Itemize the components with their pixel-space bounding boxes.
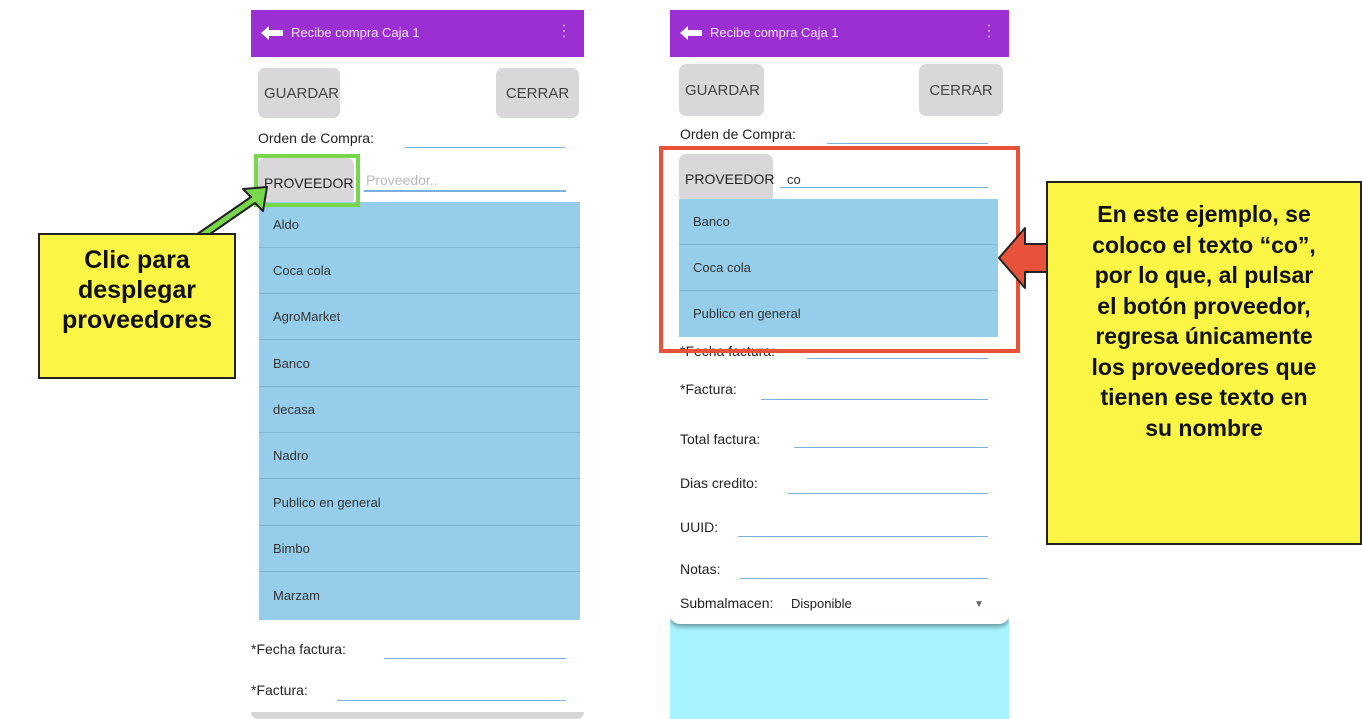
dropdown-item[interactable]: Coca cola (259, 248, 580, 294)
callout-line: Clic para (84, 246, 190, 274)
dropdown-item[interactable]: Nadro (259, 433, 580, 479)
proveedor-input[interactable]: Proveedor.. (366, 172, 438, 188)
factura-field[interactable] (337, 700, 566, 701)
app-bar: Recibe compra Caja 1 ⋮ (251, 10, 584, 57)
proveedor-input-underline (364, 190, 566, 192)
app-bar: Recibe compra Caja 1 ⋮ (670, 10, 1009, 57)
callout-line: los proveedores que (1091, 353, 1317, 380)
uuid-label: UUID: (680, 519, 719, 535)
guardar-button[interactable]: GUARDAR (679, 64, 764, 116)
callout-line: coloco el texto “co”, (1092, 231, 1316, 258)
callout-line: su nombre (1145, 414, 1263, 441)
total-factura-label: Total factura: (680, 431, 761, 447)
dropdown-item[interactable]: Publico en general (259, 479, 580, 526)
guardar-button[interactable]: GUARDAR (258, 68, 340, 118)
notas-label: Notas: (680, 561, 721, 577)
orden-compra-label: Orden de Compra: (258, 130, 374, 146)
callout-line: el botón proveedor, (1097, 292, 1311, 319)
more-vert-icon[interactable]: ⋮ (556, 24, 572, 40)
right-callout: En este ejemplo, se coloco el texto “co”… (1046, 181, 1362, 545)
dropdown-item[interactable]: Marzam (259, 572, 580, 620)
dias-credito-field[interactable] (788, 493, 988, 494)
factura-label: *Factura: (251, 682, 308, 698)
cerrar-button[interactable]: CERRAR (919, 64, 1003, 116)
dias-credito-label: Dias credito: (680, 475, 758, 491)
app-bar-title: Recibe compra Caja 1 (291, 25, 420, 40)
dropdown-item[interactable]: decasa (259, 387, 580, 433)
uuid-field[interactable] (738, 536, 988, 537)
orden-compra-label: Orden de Compra: (680, 126, 796, 142)
sheet-bottom-edge (251, 712, 584, 719)
callout-line: desplegar (77, 276, 197, 304)
factura-label: *Factura: (680, 381, 737, 397)
left-callout: Clic para desplegar proveedores (38, 233, 236, 379)
more-vert-icon[interactable]: ⋮ (981, 24, 997, 40)
notas-field[interactable] (740, 578, 988, 579)
callout-line: tienen ese texto en (1100, 384, 1308, 410)
dropdown-item[interactable]: Banco (259, 340, 580, 387)
fecha-factura-field[interactable] (384, 658, 566, 659)
callout-line: proveedores (61, 306, 213, 334)
dropdown-arrow-icon[interactable]: ▼ (974, 599, 984, 610)
factura-field[interactable] (761, 399, 988, 400)
orden-compra-field[interactable] (405, 147, 565, 148)
left-phone-screen: Recibe compra Caja 1 ⋮ GUARDAR CERRAR Or… (251, 10, 584, 719)
form-card-bottom (670, 614, 1009, 624)
fecha-factura-label: *Fecha factura: (251, 641, 346, 657)
cyan-background (670, 620, 1009, 719)
submalmacen-label: Submalmacen: (680, 595, 774, 611)
callout-line: por lo que, al pulsar (1094, 262, 1314, 288)
dropdown-item[interactable]: AgroMarket (259, 294, 580, 340)
submalmacen-select[interactable]: Disponible (791, 596, 852, 611)
red-highlight-frame (659, 146, 1020, 353)
dropdown-item[interactable]: Bimbo (259, 526, 580, 572)
callout-line: En este ejemplo, se (1097, 201, 1311, 227)
back-arrow-icon[interactable] (261, 26, 283, 40)
orden-compra-field[interactable] (827, 143, 988, 144)
total-factura-field[interactable] (794, 447, 988, 448)
back-arrow-icon[interactable] (680, 26, 702, 40)
right-phone-screen: Recibe compra Caja 1 ⋮ GUARDAR CERRAR Or… (670, 10, 1009, 719)
app-bar-title: Recibe compra Caja 1 (710, 25, 839, 40)
callout-line: regresa únicamente (1095, 323, 1313, 349)
fecha-factura-field[interactable] (807, 358, 988, 359)
proveedor-dropdown: Aldo Coca cola AgroMarket Banco decasa N… (259, 202, 580, 620)
cerrar-button[interactable]: CERRAR (496, 68, 579, 118)
dropdown-item[interactable]: Aldo (259, 202, 580, 248)
